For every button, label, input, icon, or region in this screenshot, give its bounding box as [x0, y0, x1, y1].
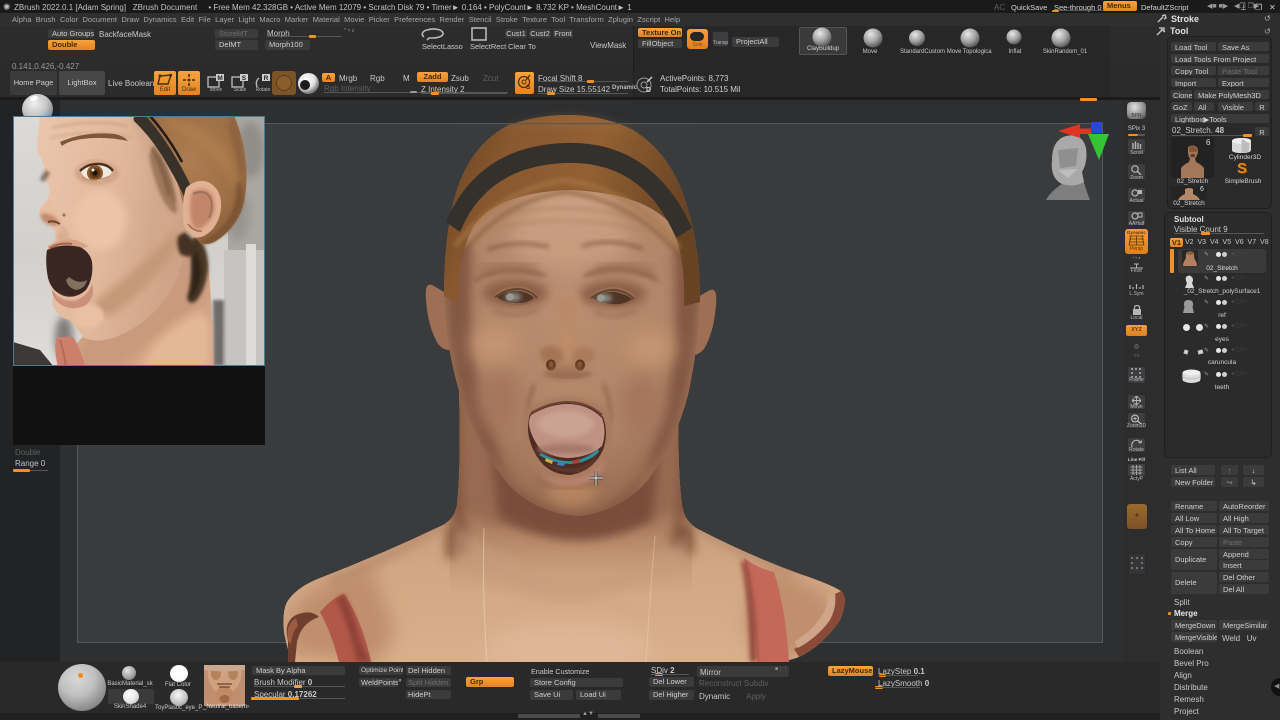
svg-text:D: D — [646, 87, 651, 93]
svg-text:S: S — [526, 84, 531, 90]
svg-text:R: R — [264, 75, 269, 82]
svg-text:M: M — [217, 75, 222, 82]
svg-text:S: S — [242, 75, 247, 82]
